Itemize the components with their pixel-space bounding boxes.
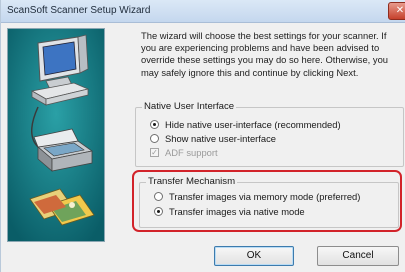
close-icon: ✕ (395, 5, 405, 16)
wizard-illustration (7, 28, 105, 242)
hide-native-ui-label: Hide native user-interface (recommended) (165, 119, 341, 130)
ok-button[interactable]: OK (214, 246, 294, 266)
title-bar: ScanSoft Scanner Setup Wizard ✕ (1, 0, 405, 23)
intro-text: The wizard will choose the best settings… (141, 30, 389, 78)
adf-check-indicator: ✓ (150, 148, 159, 157)
show-native-ui-radio[interactable]: Show native user-interface (150, 133, 276, 144)
native-ui-group-label: Native User Interface (142, 101, 237, 112)
show-native-ui-label: Show native user-interface (165, 133, 276, 144)
wizard-window: ScanSoft Scanner Setup Wizard ✕ The wiza… (0, 0, 405, 272)
computer-icon (30, 34, 90, 106)
radio-indicator (150, 134, 159, 143)
highlight-outline (132, 170, 402, 232)
adf-support-label: ADF support (165, 147, 218, 158)
window-title: ScanSoft Scanner Setup Wizard (7, 5, 151, 16)
native-ui-group: Native User Interface Hide native user-i… (135, 101, 404, 167)
adf-support-checkbox[interactable]: ✓ ADF support (150, 147, 218, 158)
close-button[interactable]: ✕ (388, 2, 405, 20)
cancel-button[interactable]: Cancel (317, 246, 399, 266)
hide-native-ui-radio[interactable]: Hide native user-interface (recommended) (150, 119, 341, 130)
radio-indicator (150, 120, 159, 129)
